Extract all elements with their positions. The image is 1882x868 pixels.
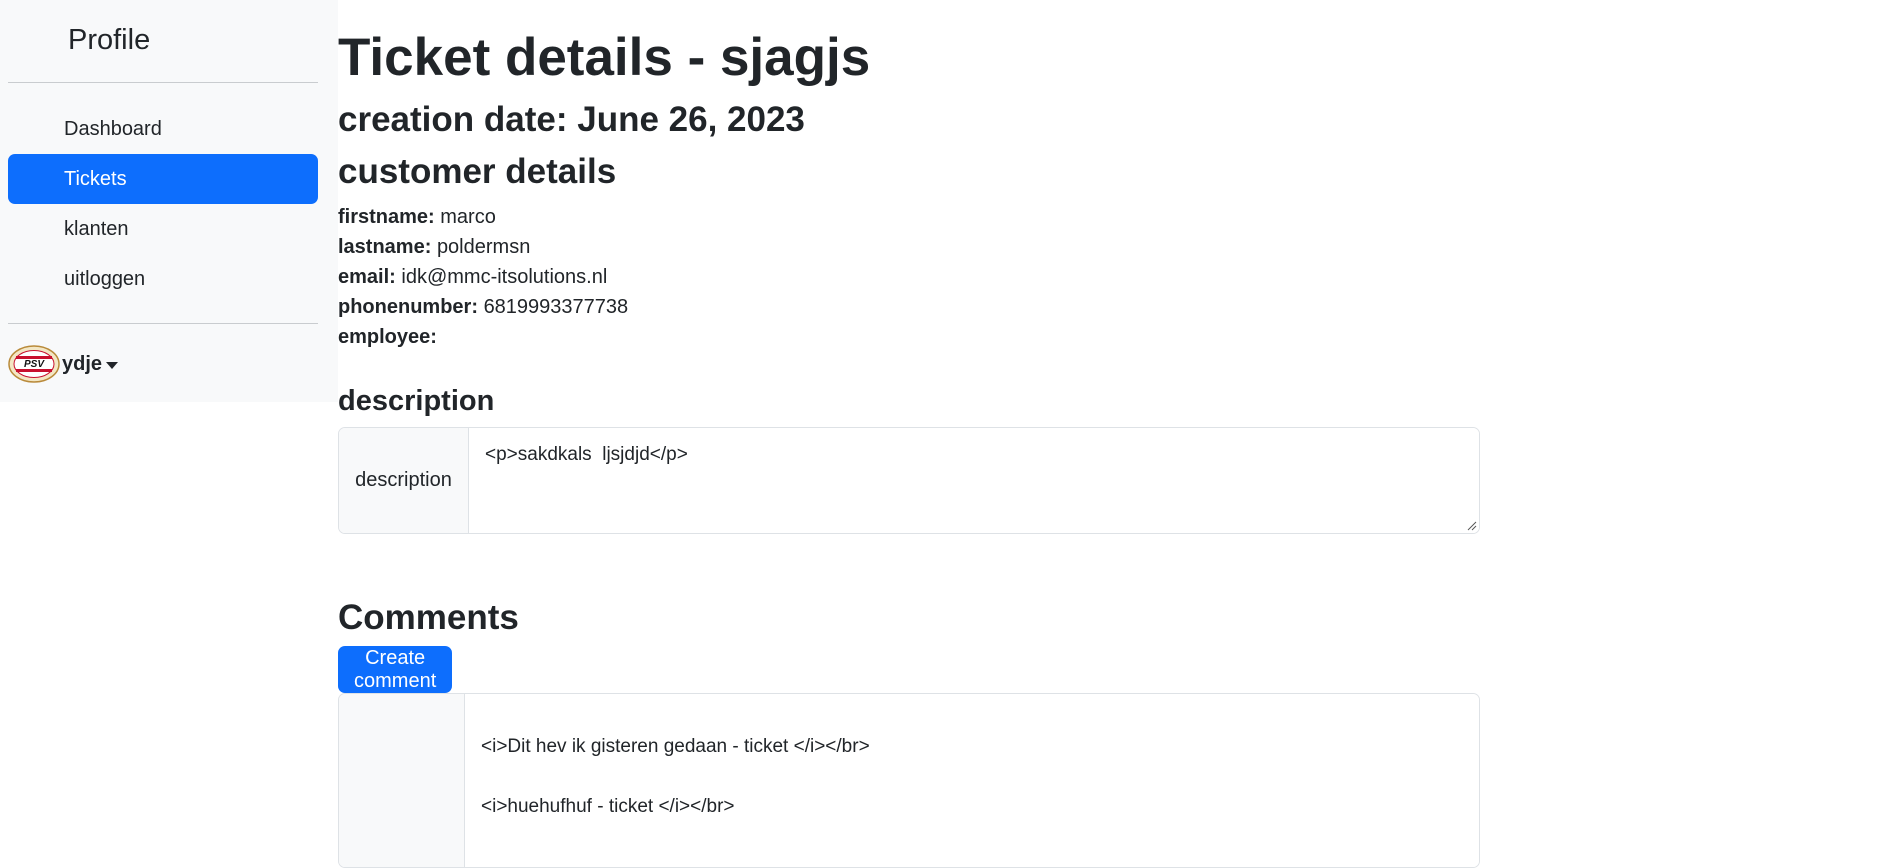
customer-firstname: firstname: marco [338,202,496,232]
customer-employee: employee: [338,322,437,352]
firstname-value: marco [440,206,496,228]
description-input-group: description <p>sakdkals ljsjdjd</p> [338,427,1480,534]
customer-details-heading: customer details [338,152,617,191]
avatar: PSV [8,345,60,383]
sidebar-item-label: klanten [64,218,129,240]
comment-line: <i>huehufhuf - ticket </i></br> [481,796,735,817]
comments-heading: Comments [338,598,519,637]
sidebar-brand[interactable]: Profile [68,22,150,58]
username: ydje [62,352,103,375]
description-label: description [339,428,469,533]
description-text: <p>sakdkals ljsjdjd</p> [485,444,688,465]
svg-text:PSV: PSV [24,359,45,370]
sidebar-item-uitloggen[interactable]: uitloggen [8,254,318,304]
comments-input-group: <i>Dit hev ik gisteren gedaan - ticket <… [338,693,1480,868]
firstname-label: firstname: [338,206,435,228]
employee-label: employee: [338,326,437,348]
sidebar-item-label: Tickets [64,168,127,190]
phone-label: phonenumber: [338,296,478,318]
user-dropdown[interactable]: PSV ydje [8,344,119,384]
page-title: Ticket details - sjagjs [338,28,871,87]
comments-textarea[interactable]: <i>Dit hev ik gisteren gedaan - ticket <… [465,694,1479,867]
customer-email: email: idk@mmc-itsolutions.nl [338,262,607,292]
sidebar-divider [8,82,318,83]
caret-down-icon [106,361,119,369]
comments-label [339,694,465,867]
creation-date-heading: creation date: June 26, 2023 [338,100,805,139]
sidebar-item-label: Dashboard [64,118,162,140]
phone-value: 6819993377738 [483,296,629,318]
description-textarea[interactable]: <p>sakdkals ljsjdjd</p> [469,428,1479,533]
create-comment-button[interactable]: Create comment [338,646,453,693]
email-label: email: [338,266,396,288]
comment-line: <i>Dit hev ik gisteren gedaan - ticket <… [481,736,870,757]
resize-handle-icon[interactable] [1467,521,1477,531]
email-value: idk@mmc-itsolutions.nl [401,266,608,288]
lastname-value: poldermsn [436,236,531,258]
sidebar: Profile Dashboard Tickets klanten uitlog… [0,0,338,402]
sidebar-divider [8,323,318,324]
description-heading: description [338,385,495,417]
sidebar-item-dashboard[interactable]: Dashboard [8,104,318,154]
sidebar-item-klanten[interactable]: klanten [8,204,318,254]
sidebar-item-tickets[interactable]: Tickets [8,154,318,204]
customer-phone: phonenumber: 6819993377738 [338,292,628,322]
customer-lastname: lastname: poldermsn [338,232,530,262]
sidebar-item-label: uitloggen [64,268,146,290]
lastname-label: lastname: [338,236,432,258]
